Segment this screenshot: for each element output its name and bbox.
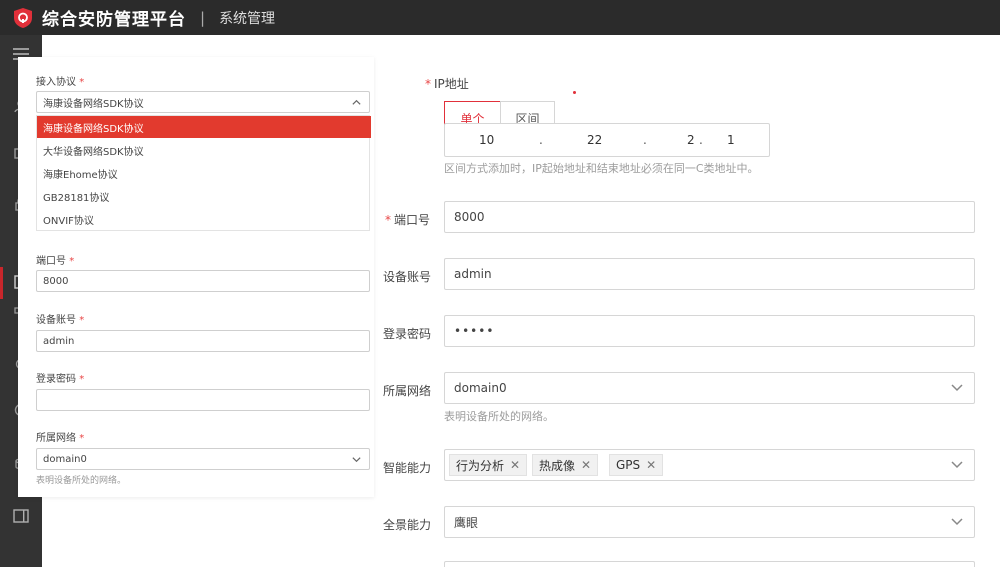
protocol-label: 接入协议 * xyxy=(36,77,85,88)
smart-tag: GPS ✕ xyxy=(609,454,664,476)
smart-tag: 行为分析 ✕ xyxy=(449,454,528,476)
protocol-option[interactable]: 海康Ehome协议 xyxy=(37,162,371,184)
password-label: 登录密码 xyxy=(383,327,432,341)
panorama-capability-label: 全景能力 xyxy=(383,518,432,532)
smart-capability-label: 智能能力 xyxy=(383,461,432,475)
ip-hint: 区间方式添加时，IP起始地址和结束地址必须在同一C类地址中。 xyxy=(444,162,759,175)
chevron-down-icon xyxy=(951,461,963,469)
ip-dot: . xyxy=(643,133,647,147)
tag-close-icon[interactable]: ✕ xyxy=(510,458,520,472)
overlay-port-label: 端口号 * xyxy=(36,256,75,267)
protocol-option[interactable]: GB28181协议 xyxy=(37,185,371,207)
panel-toggle-icon[interactable] xyxy=(0,509,42,523)
ip-dot: . xyxy=(699,133,703,147)
chevron-up-icon xyxy=(352,99,361,105)
overlay-password-label: 登录密码 * xyxy=(36,374,85,385)
account-label: 设备账号 xyxy=(383,270,432,284)
ip-label: * IP地址 xyxy=(425,77,469,91)
overlay-port-input[interactable]: 8000 xyxy=(36,270,370,292)
top-bar: 综合安防管理平台 | 系统管理 xyxy=(0,0,1000,35)
network-select[interactable]: domain0 xyxy=(444,372,975,404)
protocol-option[interactable]: 海康设备网络SDK协议 xyxy=(37,116,371,138)
overlay-password-input[interactable] xyxy=(36,389,370,411)
cursor-dot xyxy=(573,91,576,94)
protocol-dropdown-menu: 海康设备网络SDK协议 大华设备网络SDK协议 海康Ehome协议 GB2818… xyxy=(36,115,371,231)
chevron-down-icon xyxy=(951,384,963,392)
overlay-network-value: domain0 xyxy=(43,453,87,465)
chevron-down-icon xyxy=(352,457,361,463)
protocol-option[interactable]: ONVIF协议 xyxy=(37,208,371,230)
network-hint: 表明设备所处的网络。 xyxy=(444,410,554,423)
module-title[interactable]: 系统管理 xyxy=(219,8,275,28)
network-select-value: domain0 xyxy=(454,381,507,395)
overlay-network-hint: 表明设备所处的网络。 xyxy=(36,476,127,486)
port-input[interactable]: 8000 xyxy=(444,201,975,233)
ip-dot: . xyxy=(539,133,543,147)
overlay-account-label: 设备账号 * xyxy=(36,315,85,326)
tag-close-icon[interactable]: ✕ xyxy=(646,458,656,472)
panorama-capability-select[interactable]: 鹰眼 xyxy=(444,506,975,538)
ip-octet-4[interactable]: 1 xyxy=(727,133,735,147)
account-input[interactable]: admin xyxy=(444,258,975,290)
ip-octet-2[interactable]: 22 xyxy=(587,133,602,147)
protocol-select[interactable]: 海康设备网络SDK协议 xyxy=(36,91,370,113)
shield-logo-icon xyxy=(12,7,34,29)
app-title: 综合安防管理平台 xyxy=(42,10,186,30)
overlay-account-input[interactable]: admin xyxy=(36,330,370,352)
network-label: 所属网络 xyxy=(383,384,432,398)
tag-close-icon[interactable]: ✕ xyxy=(581,458,591,472)
title-separator: | xyxy=(200,8,206,27)
smart-tag: 热成像 ✕ xyxy=(532,454,599,476)
panorama-select-value: 鹰眼 xyxy=(454,515,479,530)
overlay-network-select[interactable]: domain0 xyxy=(36,448,370,470)
next-field-input[interactable] xyxy=(444,561,975,567)
protocol-select-value: 海康设备网络SDK协议 xyxy=(43,98,144,110)
ip-octet-3[interactable]: 2 xyxy=(687,133,695,147)
ip-octet-1[interactable]: 10 xyxy=(479,133,494,147)
overlay-network-label: 所属网络 * xyxy=(36,433,85,444)
protocol-option[interactable]: 大华设备网络SDK协议 xyxy=(37,139,371,161)
port-label: * 端口号 xyxy=(385,213,431,227)
chevron-down-icon xyxy=(951,518,963,526)
password-input[interactable]: ••••• xyxy=(444,315,975,347)
overlay-form-panel: 接入协议 * 海康设备网络SDK协议 海康设备网络SDK协议 大华设备网络SDK… xyxy=(18,57,374,497)
